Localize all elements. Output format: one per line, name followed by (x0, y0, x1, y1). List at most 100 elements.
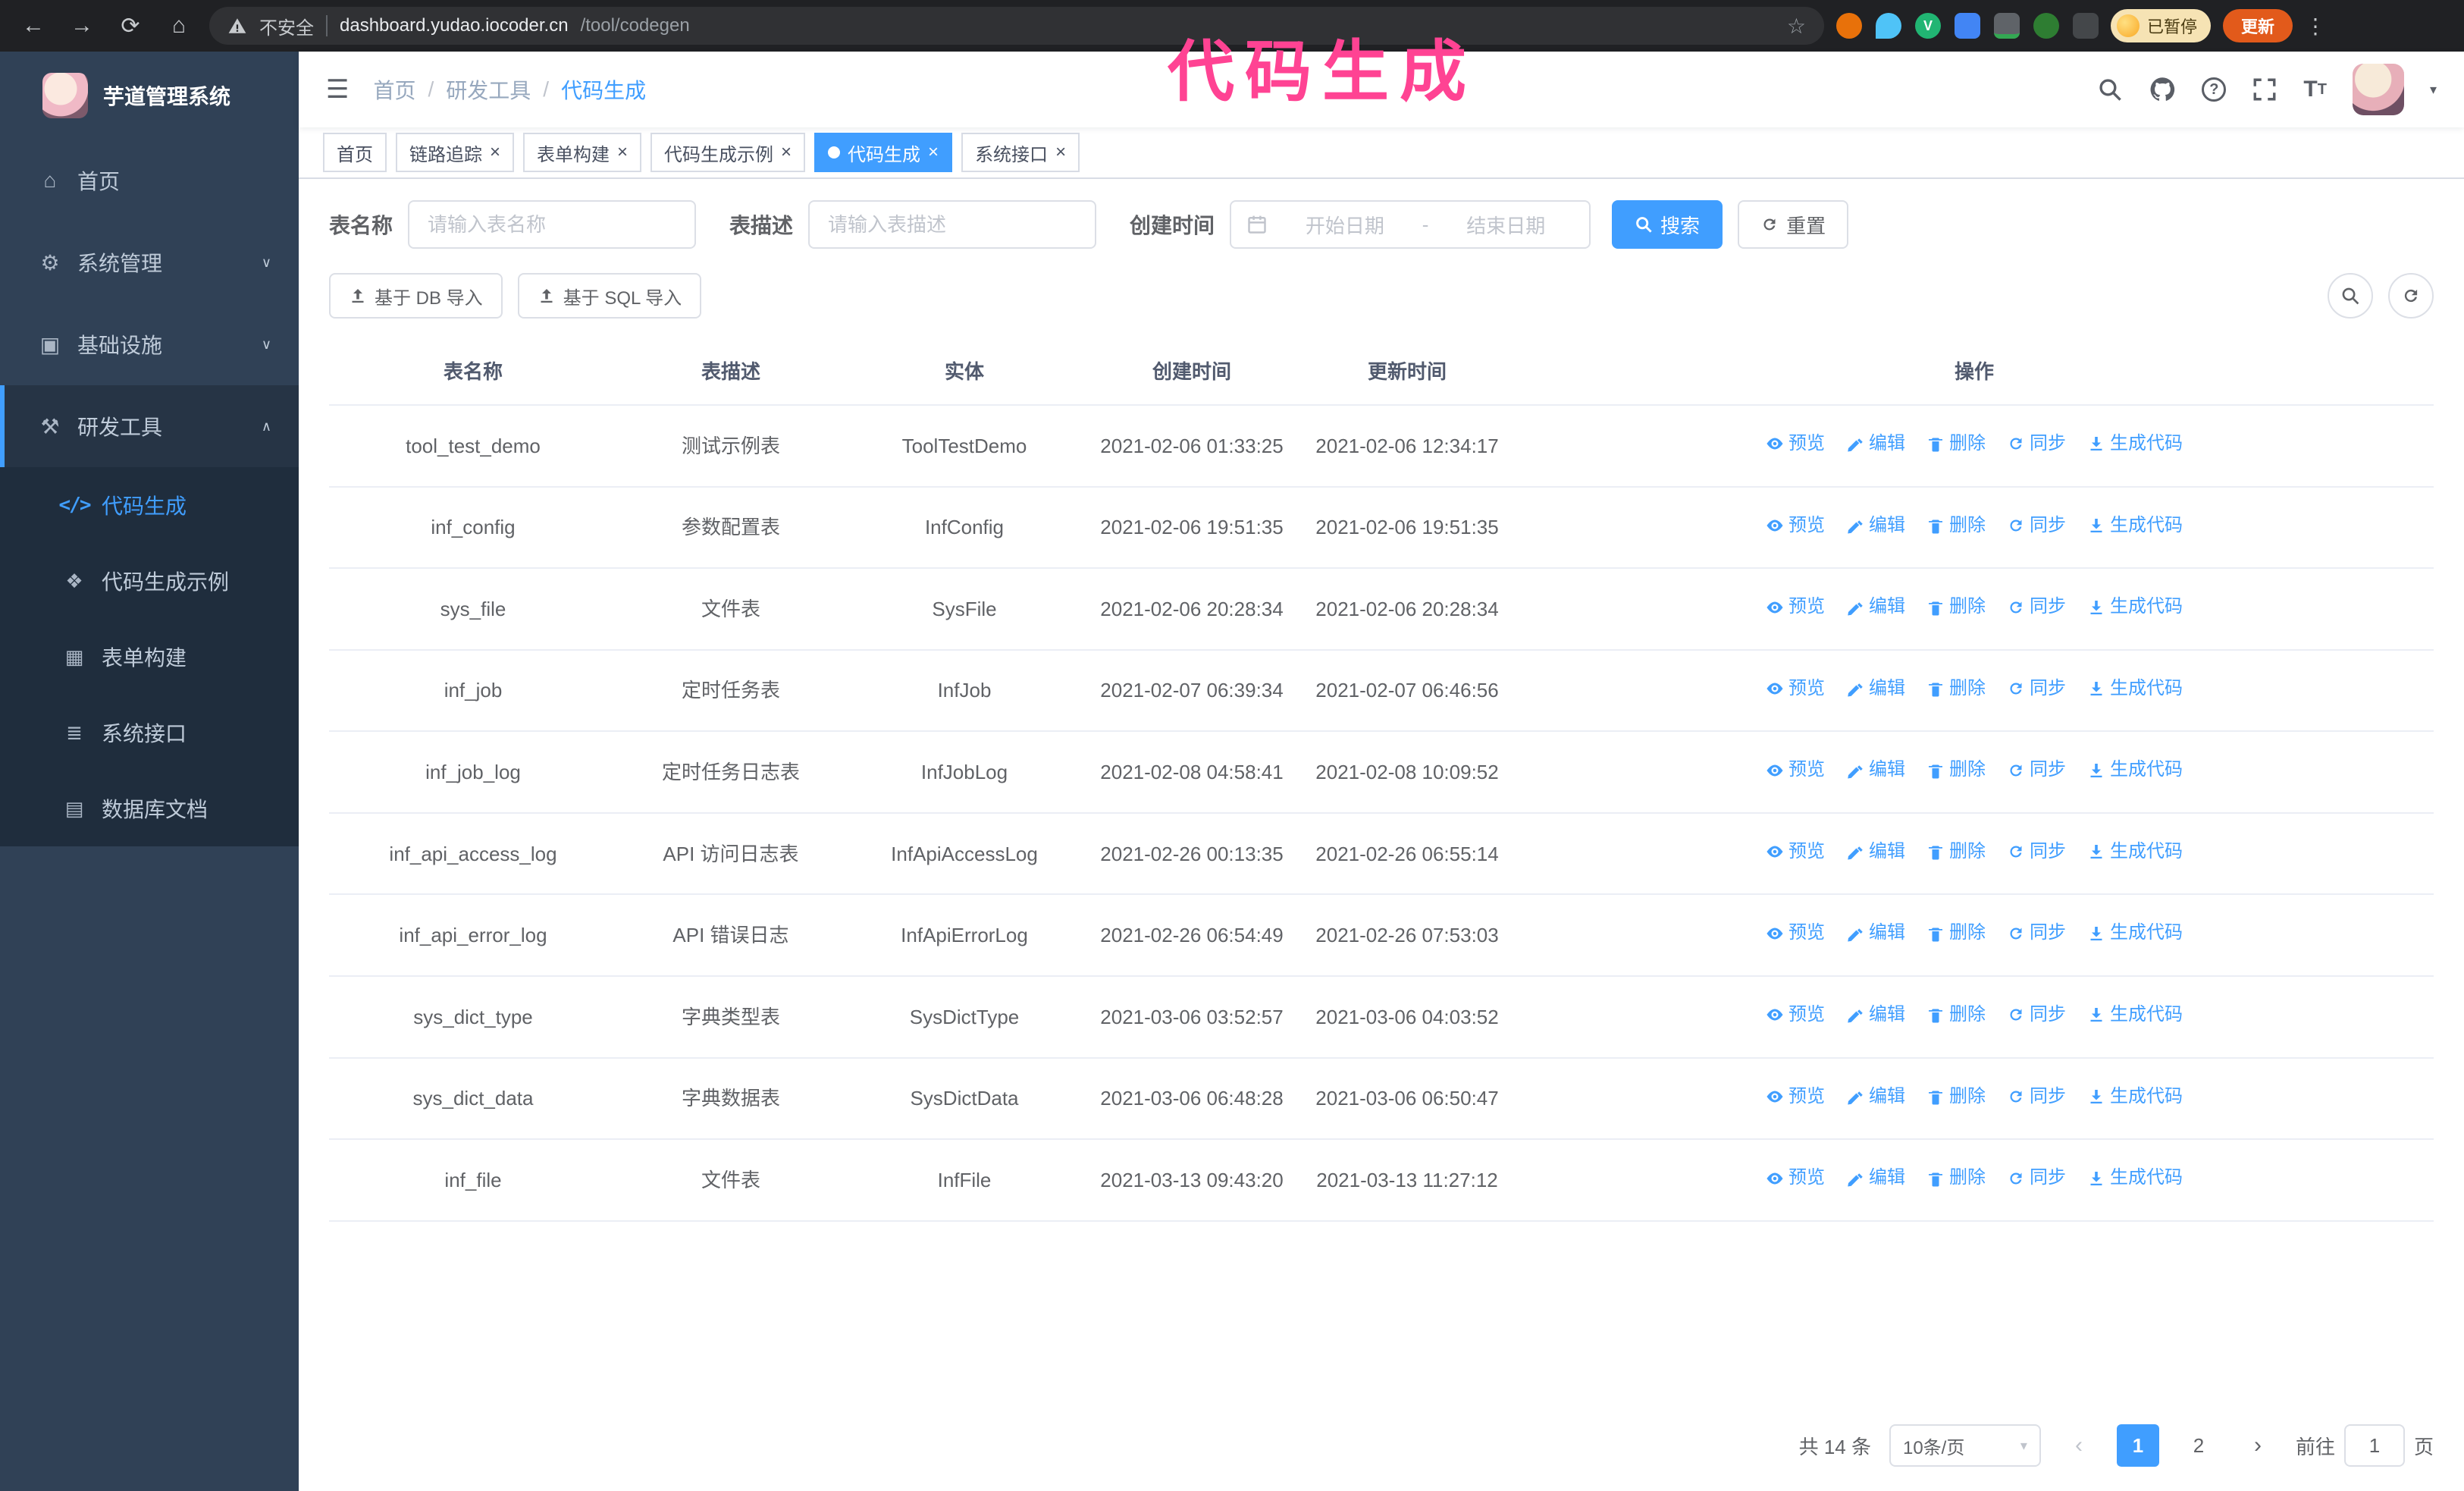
edit-action[interactable]: 编辑 (1846, 428, 1905, 460)
preview-action[interactable]: 预览 (1766, 918, 1825, 949)
delete-action[interactable]: 删除 (1926, 428, 1986, 460)
address-bar[interactable]: 不安全 dashboard.yudao.iocoder.cn /tool/cod… (209, 7, 1824, 45)
generate-code-action[interactable]: 生成代码 (2087, 428, 2183, 460)
edit-action[interactable]: 编辑 (1846, 1081, 1905, 1113)
edit-action[interactable]: 编辑 (1846, 673, 1905, 705)
browser-menu-icon[interactable]: ⋮ (2305, 14, 2326, 39)
sync-action[interactable]: 同步 (2007, 592, 2066, 623)
browser-update-button[interactable]: 更新 (2223, 9, 2293, 42)
app-logo[interactable]: 芋道管理系统 (0, 52, 299, 140)
breadcrumb-devtools[interactable]: 研发工具 (446, 74, 531, 105)
edit-action[interactable]: 编辑 (1846, 918, 1905, 949)
user-avatar[interactable] (2352, 64, 2404, 115)
preview-action[interactable]: 预览 (1766, 1163, 1825, 1194)
help-icon[interactable]: ? (2202, 77, 2227, 102)
extension-icon-leaf[interactable] (2033, 13, 2059, 39)
delete-action[interactable]: 删除 (1926, 673, 1986, 705)
sidebar-item-devtools[interactable]: ⚒ 研发工具 ∧ (0, 385, 299, 467)
preview-action[interactable]: 预览 (1766, 428, 1825, 460)
sync-action[interactable]: 同步 (2007, 1163, 2066, 1194)
font-size-icon[interactable]: TT (2303, 77, 2327, 102)
generate-code-action[interactable]: 生成代码 (2087, 673, 2183, 705)
extension-icon-green-v[interactable]: V (1915, 13, 1941, 39)
sidebar-item-home[interactable]: ⌂ 首页 (0, 140, 299, 221)
generate-code-action[interactable]: 生成代码 (2087, 755, 2183, 786)
create-time-range-picker[interactable]: 开始日期 - 结束日期 (1230, 200, 1591, 249)
github-icon[interactable] (2149, 76, 2176, 103)
edit-action[interactable]: 编辑 (1846, 837, 1905, 868)
sidebar-toggle-icon[interactable]: ☰ (326, 74, 349, 105)
sidebar-item-infra[interactable]: ▣ 基础设施 ∨ (0, 303, 299, 385)
search-button[interactable]: 搜索 (1612, 200, 1723, 249)
extensions-puzzle-icon[interactable] (2073, 13, 2099, 39)
sync-action[interactable]: 同步 (2007, 918, 2066, 949)
extension-icon-people[interactable] (1955, 13, 1980, 39)
generate-code-action[interactable]: 生成代码 (2087, 510, 2183, 541)
sync-action[interactable]: 同步 (2007, 510, 2066, 541)
delete-action[interactable]: 删除 (1926, 918, 1986, 949)
page-button-1[interactable]: 1 (2116, 1424, 2159, 1467)
back-icon[interactable]: ← (15, 8, 52, 44)
edit-action[interactable]: 编辑 (1846, 1163, 1905, 1194)
close-icon[interactable]: × (617, 143, 628, 162)
tab-home[interactable]: 首页 (323, 133, 387, 172)
reload-icon[interactable]: ⟳ (112, 8, 149, 44)
reset-button[interactable]: 重置 (1738, 200, 1849, 249)
sidebar-item-system[interactable]: ⚙ 系统管理 ∨ (0, 221, 299, 303)
extension-icon-orange[interactable] (1836, 13, 1862, 39)
edit-action[interactable]: 编辑 (1846, 1000, 1905, 1031)
import-sql-button[interactable]: 基于 SQL 导入 (517, 273, 702, 319)
preview-action[interactable]: 预览 (1766, 673, 1825, 705)
search-icon[interactable] (2097, 77, 2123, 102)
generate-code-action[interactable]: 生成代码 (2087, 1163, 2183, 1194)
next-page-button[interactable]: › (2238, 1424, 2277, 1467)
toggle-search-icon[interactable] (2328, 273, 2373, 319)
preview-action[interactable]: 预览 (1766, 1000, 1825, 1031)
tab-codegen-example[interactable]: 代码生成示例 × (650, 133, 806, 172)
prev-page-button[interactable]: ‹ (2059, 1424, 2099, 1467)
delete-action[interactable]: 删除 (1926, 1000, 1986, 1031)
sidebar-item-codegen[interactable]: </> 代码生成 (0, 467, 299, 543)
user-menu-caret-icon[interactable]: ▾ (2430, 82, 2437, 98)
tab-system-api[interactable]: 系统接口 × (961, 133, 1080, 172)
edit-action[interactable]: 编辑 (1846, 510, 1905, 541)
sync-action[interactable]: 同步 (2007, 837, 2066, 868)
generate-code-action[interactable]: 生成代码 (2087, 837, 2183, 868)
sync-action[interactable]: 同步 (2007, 1000, 2066, 1031)
tab-tracing[interactable]: 链路追踪 × (396, 133, 515, 172)
sync-action[interactable]: 同步 (2007, 755, 2066, 786)
delete-action[interactable]: 删除 (1926, 510, 1986, 541)
sidebar-item-form-builder[interactable]: ▦ 表单构建 (0, 619, 299, 695)
close-icon[interactable]: × (781, 143, 792, 162)
preview-action[interactable]: 预览 (1766, 837, 1825, 868)
delete-action[interactable]: 删除 (1926, 837, 1986, 868)
tab-form-builder[interactable]: 表单构建 × (523, 133, 642, 172)
delete-action[interactable]: 删除 (1926, 1163, 1986, 1194)
edit-action[interactable]: 编辑 (1846, 592, 1905, 623)
page-button-2[interactable]: 2 (2177, 1424, 2220, 1467)
sync-action[interactable]: 同步 (2007, 1081, 2066, 1113)
generate-code-action[interactable]: 生成代码 (2087, 1081, 2183, 1113)
preview-action[interactable]: 预览 (1766, 510, 1825, 541)
sidebar-item-system-api[interactable]: ≣ 系统接口 (0, 695, 299, 771)
extension-icon-screen[interactable] (1994, 13, 2020, 39)
fullscreen-icon[interactable] (2252, 77, 2277, 102)
close-icon[interactable]: × (1055, 143, 1066, 162)
preview-action[interactable]: 预览 (1766, 755, 1825, 786)
page-size-select[interactable]: 10条/页 ▾ (1889, 1424, 2041, 1467)
sidebar-item-codegen-example[interactable]: ❖ 代码生成示例 (0, 543, 299, 619)
extension-icon-droplet[interactable] (1876, 13, 1901, 39)
close-icon[interactable]: × (490, 143, 500, 162)
table-name-input[interactable] (408, 200, 697, 249)
generate-code-action[interactable]: 生成代码 (2087, 592, 2183, 623)
edit-action[interactable]: 编辑 (1846, 755, 1905, 786)
import-db-button[interactable]: 基于 DB 导入 (329, 273, 503, 319)
home-icon[interactable]: ⌂ (161, 8, 197, 44)
bookmark-star-icon[interactable]: ☆ (1787, 14, 1806, 39)
goto-page-input[interactable] (2343, 1424, 2405, 1467)
sync-action[interactable]: 同步 (2007, 673, 2066, 705)
sync-action[interactable]: 同步 (2007, 428, 2066, 460)
generate-code-action[interactable]: 生成代码 (2087, 918, 2183, 949)
delete-action[interactable]: 删除 (1926, 592, 1986, 623)
table-desc-input[interactable] (808, 200, 1097, 249)
